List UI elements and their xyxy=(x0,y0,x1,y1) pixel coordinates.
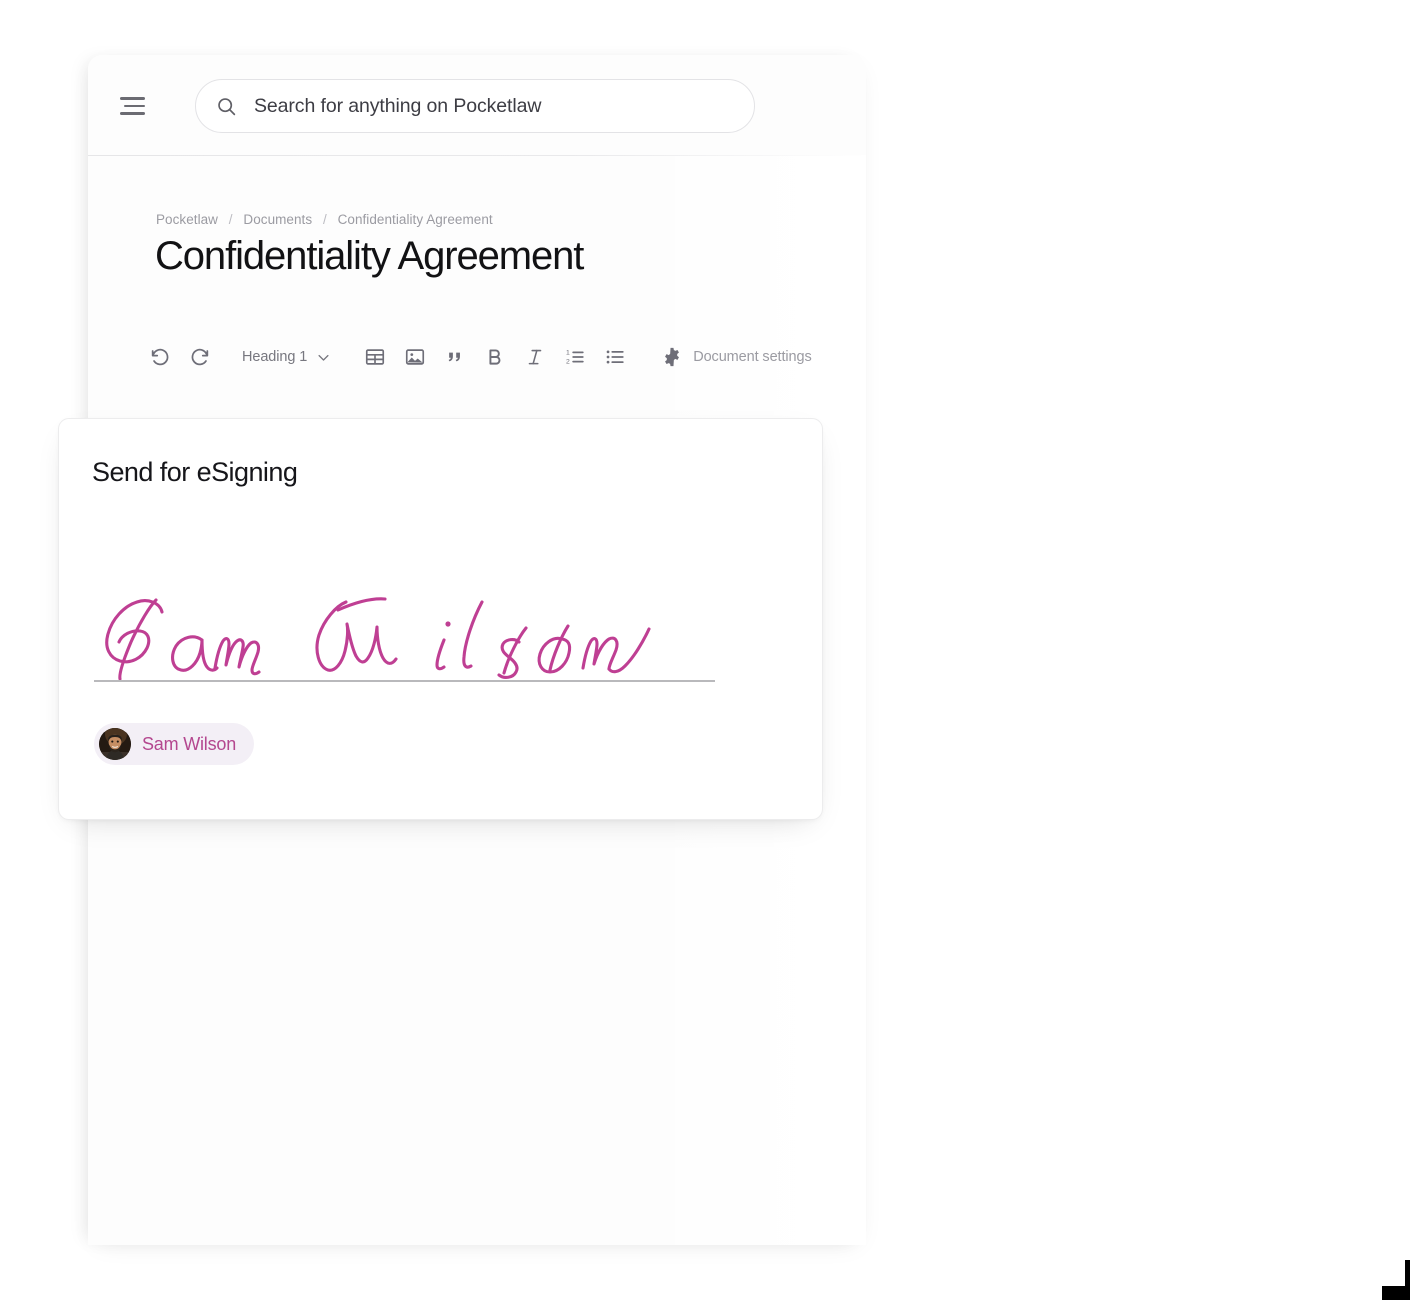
bold-icon xyxy=(484,346,506,368)
editor-toolbar: Heading 1 1 2 Document settings xyxy=(140,340,812,374)
hamburger-menu-icon[interactable] xyxy=(120,92,150,120)
breadcrumb-item-current[interactable]: Confidentiality Agreement xyxy=(338,212,493,227)
table-icon xyxy=(364,346,386,368)
blockquote-button[interactable] xyxy=(435,340,475,374)
insert-image-button[interactable] xyxy=(395,340,435,374)
corner-crop-mark xyxy=(1382,1260,1410,1300)
bullet-list-button[interactable] xyxy=(595,340,635,374)
italic-button[interactable] xyxy=(515,340,555,374)
heading-style-select[interactable]: Heading 1 xyxy=(234,340,339,374)
hamburger-line xyxy=(120,97,145,100)
document-settings-label: Document settings xyxy=(693,349,812,365)
chevron-down-icon xyxy=(316,350,331,365)
breadcrumb-separator: / xyxy=(228,212,233,227)
redo-arrow-icon xyxy=(189,346,211,368)
breadcrumb-separator: / xyxy=(322,212,327,227)
svg-text:1: 1 xyxy=(566,350,570,357)
search-icon xyxy=(216,96,237,117)
signer-chip[interactable]: Sam Wilson xyxy=(94,723,255,765)
undo-button[interactable] xyxy=(140,340,180,374)
hamburger-line xyxy=(120,112,145,115)
search-placeholder-text: Search for anything on Pocketlaw xyxy=(254,94,542,117)
gear-icon xyxy=(661,346,683,368)
redo-button[interactable] xyxy=(180,340,220,374)
italic-icon xyxy=(524,346,546,368)
breadcrumb: Pocketlaw / Documents / Confidentiality … xyxy=(156,212,493,227)
numbered-list-icon: 1 2 xyxy=(564,346,586,368)
signature-image xyxy=(94,588,716,684)
screenshot-stage: Search for anything on Pocketlaw Pocketl… xyxy=(0,0,1410,1300)
quote-icon xyxy=(444,346,466,368)
insert-table-button[interactable] xyxy=(355,340,395,374)
hamburger-line xyxy=(124,104,145,108)
crop-mark-horizontal xyxy=(1382,1286,1410,1300)
ordered-list-button[interactable]: 1 2 xyxy=(555,340,595,374)
page-title: Confidentiality Agreement xyxy=(155,234,584,278)
avatar xyxy=(99,728,131,760)
bold-button[interactable] xyxy=(475,340,515,374)
signature-line xyxy=(94,680,715,682)
heading-style-value: Heading 1 xyxy=(242,349,308,365)
image-icon xyxy=(404,346,426,368)
undo-arrow-icon xyxy=(149,346,171,368)
search-input[interactable]: Search for anything on Pocketlaw xyxy=(195,79,755,133)
bullet-list-icon xyxy=(604,346,626,368)
svg-text:2: 2 xyxy=(566,359,570,366)
esigning-card-title: Send for eSigning xyxy=(92,457,298,487)
breadcrumb-item-pocketlaw[interactable]: Pocketlaw xyxy=(156,212,218,227)
document-settings-button[interactable]: Document settings xyxy=(661,346,812,368)
signer-name: Sam Wilson xyxy=(142,733,237,754)
top-bar-divider xyxy=(88,155,866,156)
breadcrumb-item-documents[interactable]: Documents xyxy=(243,212,312,227)
